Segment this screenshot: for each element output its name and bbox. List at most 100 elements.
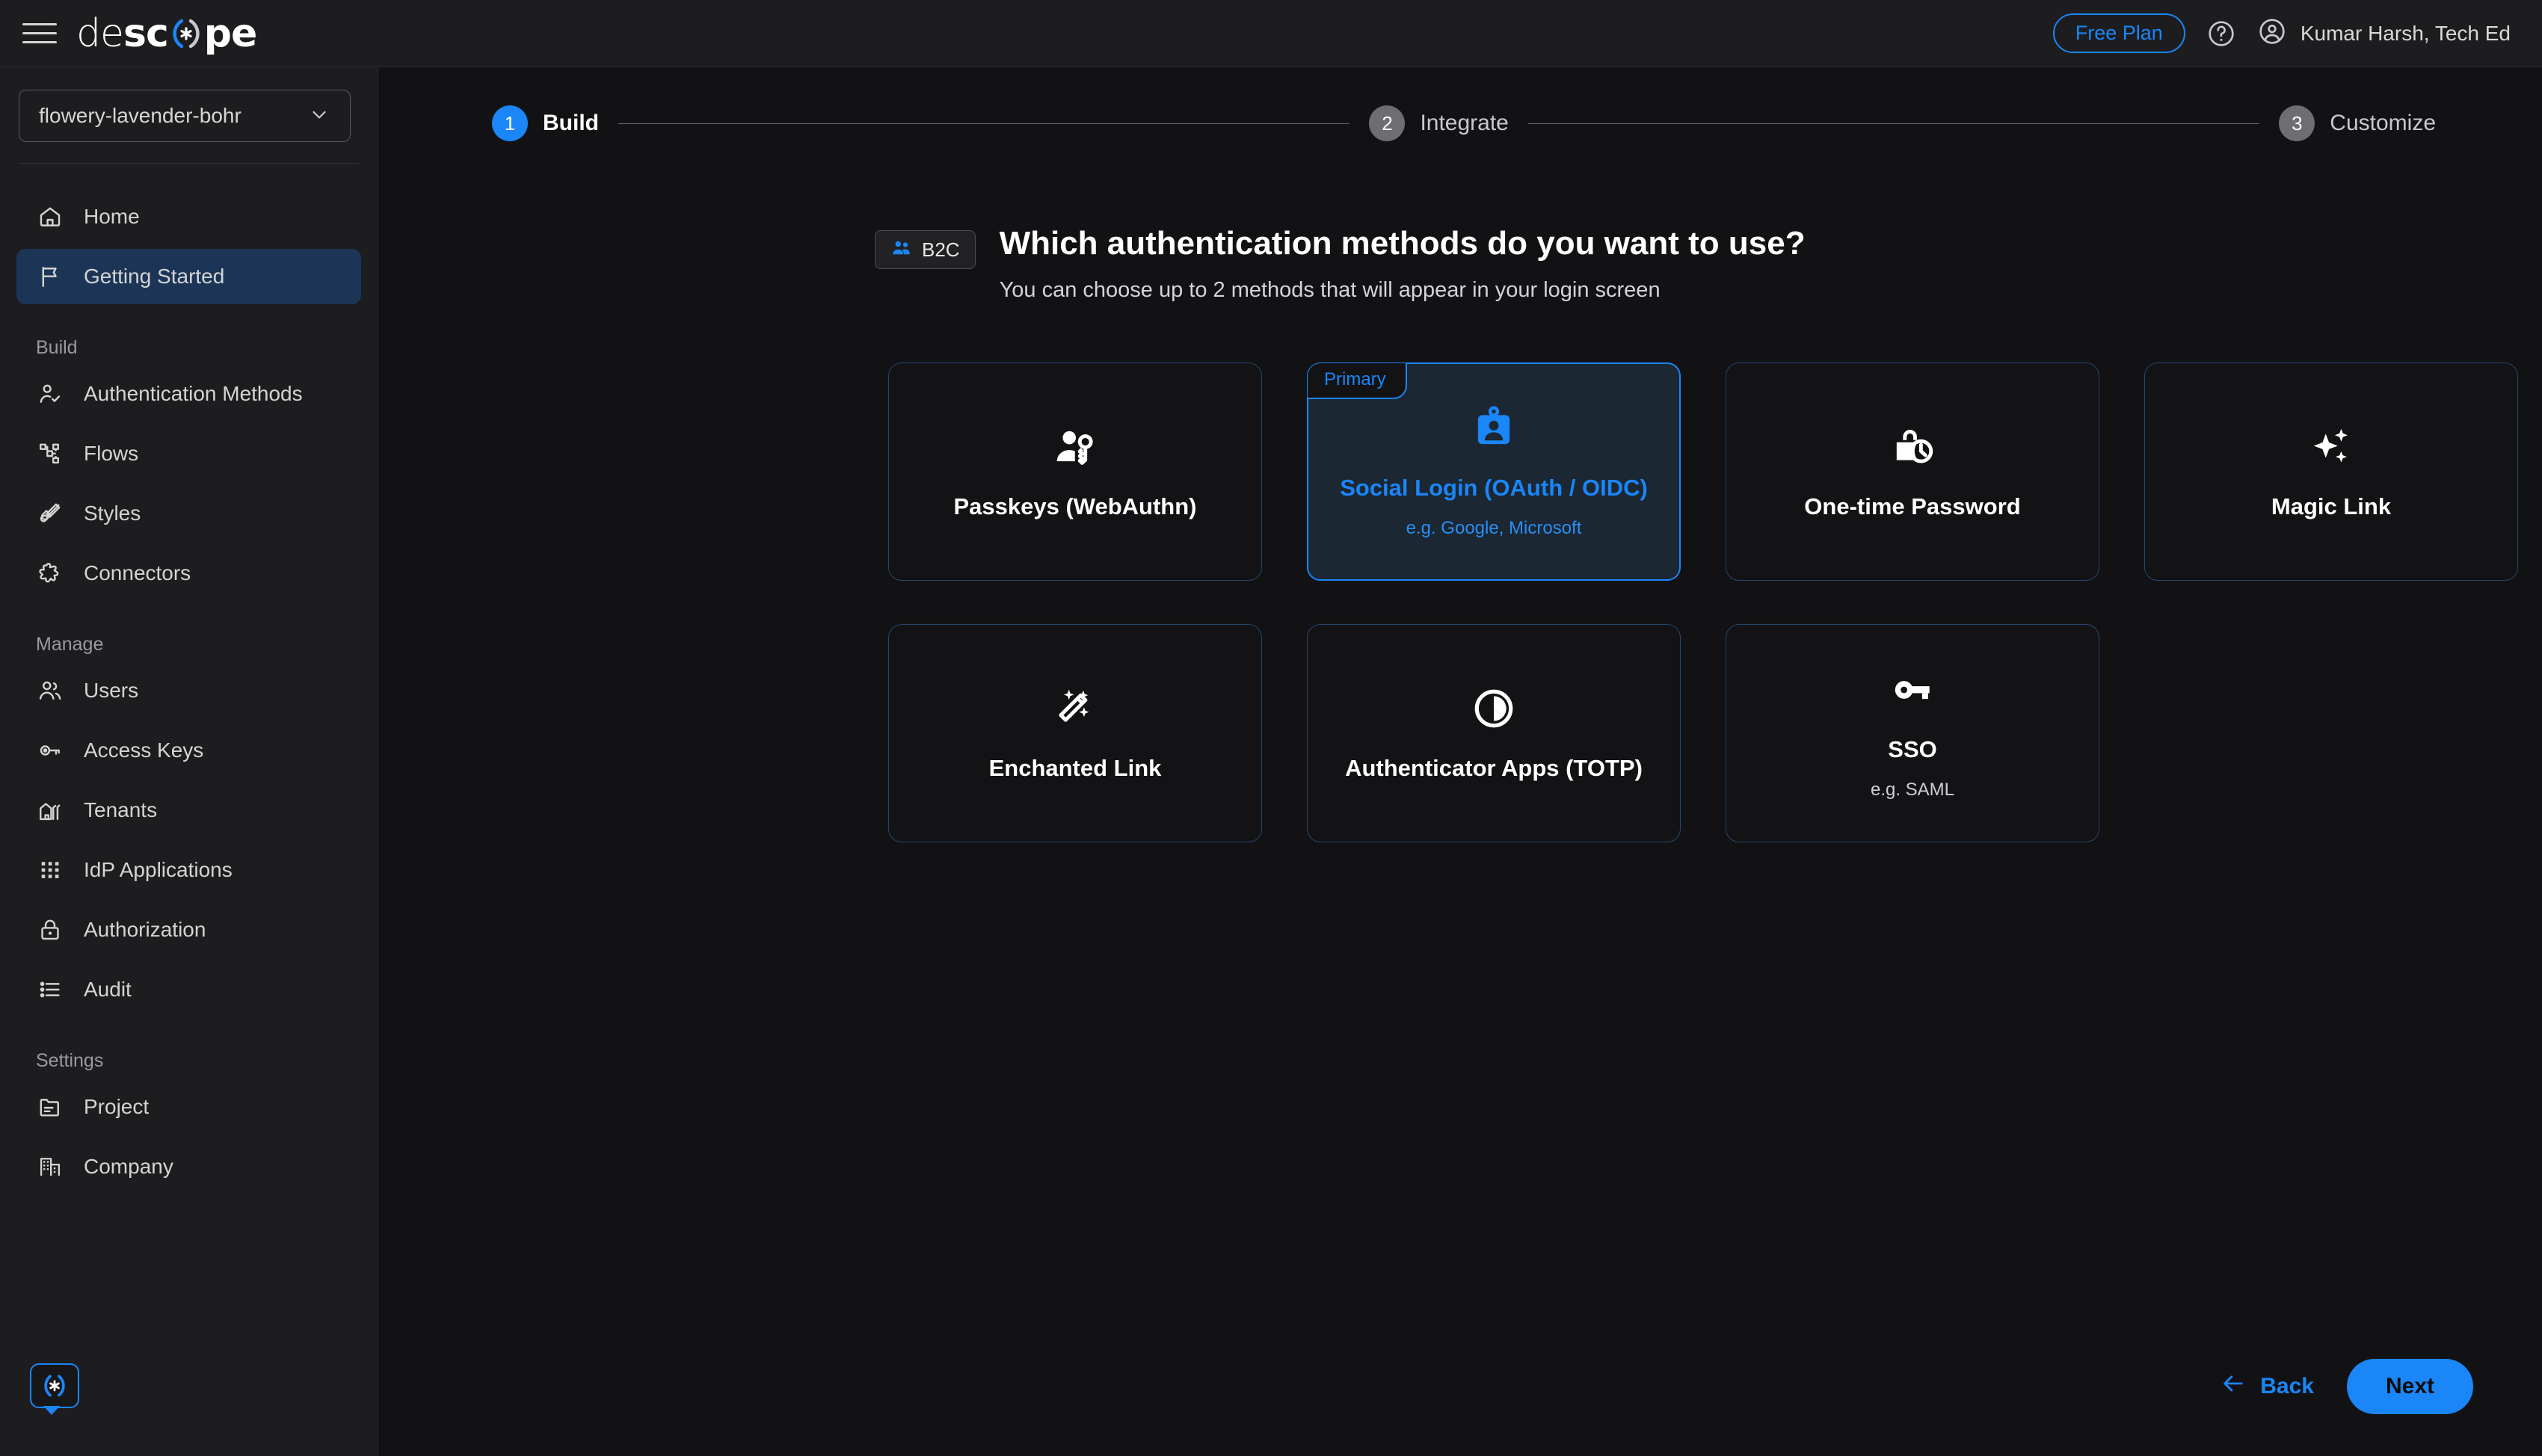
sidebar-item-label: Getting Started [84, 265, 225, 288]
card-title: Enchanted Link [988, 755, 1162, 781]
key-icon [36, 736, 64, 765]
step-customize[interactable]: 3 Customize [2279, 105, 2436, 141]
back-button[interactable]: Back [2220, 1370, 2314, 1403]
free-plan-button[interactable]: Free Plan [2052, 13, 2185, 53]
sidebar-group-settings: Settings [36, 1050, 104, 1071]
sidebar-item-access-keys[interactable]: Access Keys [16, 723, 361, 778]
card-title: Authenticator Apps (TOTP) [1345, 755, 1643, 781]
stepper-connector-line [1527, 123, 2260, 124]
descope-mark-icon [169, 16, 203, 50]
home-icon [36, 203, 64, 231]
logo-text-de: de [76, 10, 124, 56]
step-number: 1 [492, 105, 528, 141]
sidebar-item-label: Home [84, 205, 140, 228]
step-label: Build [543, 111, 599, 135]
auth-method-card-passkeys[interactable]: Passkeys (WebAuthn) [888, 363, 1262, 581]
menu-hamburger-icon[interactable] [22, 21, 57, 46]
sidebar-item-label: Audit [84, 978, 132, 1001]
header-actions: Free Plan Kumar Harsh, Tech Ed [2052, 13, 2511, 53]
project-selector[interactable]: flowery-lavender-bohr [19, 90, 351, 142]
b2c-badge[interactable]: B2C [875, 230, 976, 269]
user-name-label: Kumar Harsh, Tech Ed [2300, 21, 2511, 45]
sidebar-item-users[interactable]: Users [16, 663, 361, 718]
back-button-label: Back [2260, 1374, 2314, 1398]
auth-method-card-authenticator-apps[interactable]: Authenticator Apps (TOTP) [1307, 624, 1681, 842]
sidebar-item-label: Users [84, 679, 139, 702]
auth-method-card-enchanted-link[interactable]: Enchanted Link [888, 624, 1262, 842]
step-integrate[interactable]: 2 Integrate [1369, 105, 1509, 141]
card-title: Passkeys (WebAuthn) [953, 493, 1197, 519]
flows-icon [36, 439, 64, 468]
wizard-footer-actions: Back Next [2220, 1359, 2473, 1414]
heading-text-block: Which authentication methods do you want… [1000, 225, 1806, 303]
card-subtitle: e.g. SAML [1870, 780, 1955, 800]
clock-pie-icon [1471, 685, 1517, 732]
card-title: Social Login (OAuth / OIDC) [1340, 475, 1648, 501]
key-icon [1889, 666, 1936, 714]
step-label: Customize [2330, 111, 2437, 135]
company-icon [36, 1153, 64, 1181]
sidebar-item-getting-started[interactable]: Getting Started [16, 249, 361, 304]
sidebar-item-tenants[interactable]: Tenants [16, 783, 361, 838]
step-label: Integrate [1420, 111, 1509, 135]
hamburger-line [22, 41, 57, 43]
auth-method-card-one-time-password[interactable]: One-time Password [1726, 363, 2099, 581]
lock-clock-icon [1889, 423, 1936, 471]
step-build[interactable]: 1 Build [492, 105, 599, 141]
main-content: 1 Build 2 Integrate 3 Customize B2C Whic… [378, 67, 2542, 1456]
sidebar-item-label: Styles [84, 502, 141, 525]
b2c-badge-label: B2C [922, 238, 960, 261]
top-header-bar: de sc pe Free Plan Kumar Harsh, Tech Ed [0, 0, 2542, 67]
sidebar-item-label: Project [84, 1095, 150, 1118]
list-icon [36, 975, 64, 1004]
magic-wand-icon [1052, 685, 1098, 732]
sidebar-item-company[interactable]: Company [16, 1139, 361, 1194]
lock-icon [36, 916, 64, 944]
sidebar-item-connectors[interactable]: Connectors [16, 546, 361, 601]
next-button[interactable]: Next [2346, 1359, 2473, 1414]
sidebar-item-label: Access Keys [84, 738, 204, 762]
step-number: 3 [2279, 105, 2315, 141]
people-icon [890, 237, 913, 263]
auth-method-card-social-login[interactable]: Primary Social Login (OAuth / OIDC) e.g.… [1307, 363, 1681, 581]
card-subtitle: e.g. Google, Microsoft [1406, 518, 1582, 538]
folder-icon [36, 1093, 64, 1121]
auth-method-card-magic-link[interactable]: Magic Link [2144, 363, 2518, 581]
user-key-icon [1052, 423, 1098, 471]
sidebar-item-project[interactable]: Project [16, 1079, 361, 1135]
id-badge-icon [1471, 404, 1517, 452]
support-widget-button[interactable] [30, 1363, 79, 1415]
arrow-left-icon [2220, 1370, 2247, 1403]
sidebar-item-idp-applications[interactable]: IdP Applications [16, 842, 361, 898]
sidebar-item-label: Connectors [84, 561, 191, 584]
flag-icon [36, 262, 64, 291]
project-name-label: flowery-lavender-bohr [39, 104, 241, 127]
sidebar-divider [19, 163, 359, 164]
wizard-stepper: 1 Build 2 Integrate 3 Customize [492, 97, 2436, 149]
card-title: One-time Password [1804, 493, 2021, 519]
sidebar-item-label: IdP Applications [84, 858, 233, 881]
sidebar-item-authorization[interactable]: Authorization [16, 902, 361, 957]
hamburger-line [22, 23, 57, 25]
sidebar-item-home[interactable]: Home [16, 189, 361, 244]
grid-dots-icon [36, 856, 64, 884]
auth-methods-grid: Passkeys (WebAuthn) Primary Social Login… [888, 363, 2533, 842]
card-title: SSO [1888, 736, 1937, 762]
sidebar-group-build: Build [36, 337, 78, 358]
sidebar-item-audit[interactable]: Audit [16, 962, 361, 1017]
users-icon [36, 676, 64, 705]
sidebar-item-flows[interactable]: Flows [16, 426, 361, 481]
sparkles-icon [2308, 423, 2354, 471]
brush-icon [36, 499, 64, 528]
logo-text-sc: sc [123, 10, 169, 56]
help-icon[interactable] [2206, 19, 2236, 49]
auth-method-card-sso[interactable]: SSO e.g. SAML [1726, 624, 2099, 842]
card-title: Magic Link [2271, 493, 2392, 519]
sidebar-item-styles[interactable]: Styles [16, 486, 361, 541]
user-menu[interactable]: Kumar Harsh, Tech Ed [2257, 16, 2511, 50]
sidebar-item-label: Authorization [84, 918, 206, 941]
sidebar-item-label: Company [84, 1155, 173, 1178]
sidebar-item-authentication-methods[interactable]: Authentication Methods [16, 366, 361, 422]
descope-logo[interactable]: de sc pe [76, 10, 257, 56]
logo-text-pe: pe [203, 10, 257, 56]
